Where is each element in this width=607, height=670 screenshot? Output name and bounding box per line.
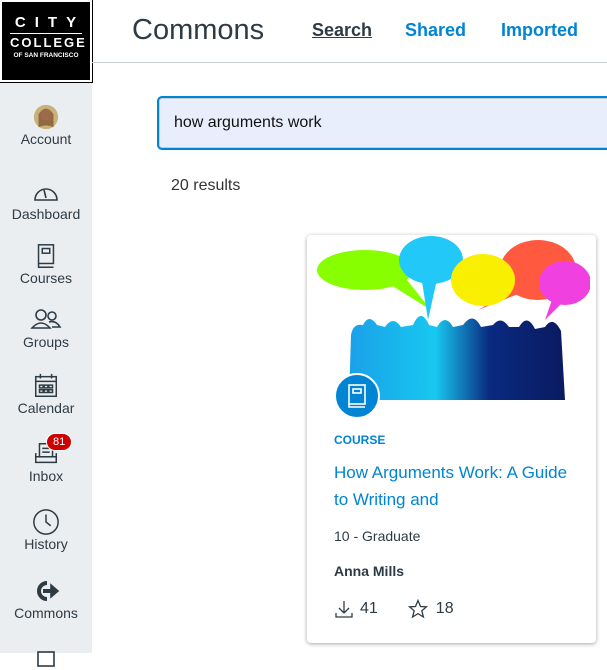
result-card[interactable]: COURSE How Arguments Work: A Guide to Wr… — [307, 235, 596, 643]
search-input[interactable] — [157, 96, 607, 150]
author-name: Anna Mills — [334, 563, 405, 579]
commons-icon — [37, 581, 60, 601]
course-title-link[interactable]: How Arguments Work: A Guide to Writing a… — [334, 459, 574, 513]
results-count: 20 results — [171, 177, 241, 194]
clock-icon — [33, 509, 59, 535]
college-logo[interactable]: CITY COLLEGE OF SAN FRANCISCO — [0, 0, 93, 83]
nav-account[interactable]: Account — [0, 103, 92, 147]
grade-level: 10 - Graduate — [334, 528, 421, 544]
nav-inbox[interactable]: 81 Inbox — [0, 433, 92, 484]
tab-search[interactable]: Search — [312, 20, 372, 41]
star-icon[interactable] — [407, 599, 428, 619]
tab-imported[interactable]: Imported — [501, 20, 578, 41]
video-icon — [37, 651, 55, 667]
nav-more[interactable] — [0, 642, 92, 670]
calendar-icon — [34, 373, 58, 398]
download-icon — [335, 601, 353, 618]
nav-groups[interactable]: Groups — [0, 306, 92, 350]
resource-type-label: COURSE — [334, 433, 386, 447]
global-nav: CITY COLLEGE OF SAN FRANCISCO Account Da… — [0, 0, 93, 667]
nav-commons[interactable]: Commons — [0, 577, 92, 621]
nav-calendar[interactable]: Calendar — [0, 372, 92, 416]
inbox-badge: 81 — [46, 433, 73, 451]
groups-icon — [30, 309, 62, 329]
favorite-count: 18 — [435, 600, 454, 617]
nav-history[interactable]: History — [0, 508, 92, 552]
nav-courses[interactable]: Courses — [0, 242, 92, 286]
dashboard-icon — [34, 188, 58, 201]
course-type-icon — [334, 373, 380, 419]
book-icon — [37, 244, 55, 268]
header-divider — [92, 62, 607, 63]
page-title: Commons — [132, 14, 265, 46]
tab-shared[interactable]: Shared — [405, 20, 466, 41]
download-count: 41 — [360, 600, 378, 617]
nav-dashboard[interactable]: Dashboard — [0, 178, 92, 222]
card-stats: 41 18 — [334, 599, 454, 619]
avatar — [33, 104, 59, 130]
